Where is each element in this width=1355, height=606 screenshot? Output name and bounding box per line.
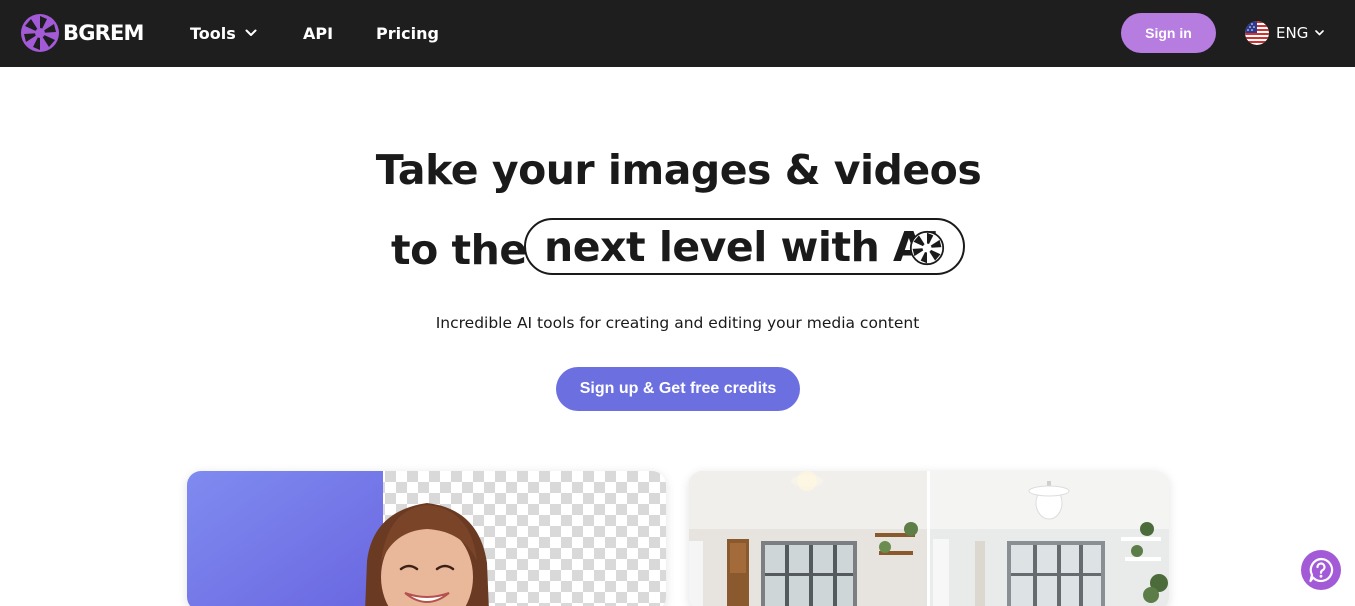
nav-tools-label: Tools (190, 23, 236, 43)
background-removal-card[interactable] (187, 471, 666, 606)
logo-link[interactable]: BGREM (20, 13, 144, 53)
chevron-down-icon (245, 29, 257, 36)
nav-tools[interactable]: Tools (190, 22, 257, 44)
nav-pricing[interactable]: Pricing (376, 22, 439, 44)
room-image (689, 471, 1169, 606)
hero-title-line2-prefix: to the (391, 226, 527, 274)
hero-highlight-text: next level with AI (544, 222, 940, 271)
hero-title-line1-text: Take your images & videos (375, 146, 982, 194)
us-flag-icon (1245, 21, 1269, 45)
aperture-icon (909, 230, 945, 266)
help-chat-icon (1309, 557, 1334, 583)
chevron-down-icon (1315, 30, 1325, 36)
navbar: BGREM Tools API Pricing Sign in ENG (0, 0, 1355, 67)
signup-cta-button[interactable]: Sign up & Get free credits (556, 367, 800, 411)
help-chat-button[interactable] (1301, 550, 1341, 590)
hero-subtitle: Incredible AI tools for creating and edi… (435, 314, 920, 332)
nav-api[interactable]: API (303, 22, 333, 44)
hero-title-line1: Take your images & videos (0, 146, 1355, 194)
language-selector[interactable]: ENG (1245, 21, 1325, 45)
brand-name: BGREM (63, 21, 144, 45)
hero-highlight-pill: next level with AI (524, 218, 965, 275)
sign-in-button[interactable]: Sign in (1121, 13, 1216, 53)
language-label: ENG (1276, 24, 1309, 42)
nav-pricing-label: Pricing (376, 23, 439, 43)
nav-api-label: API (303, 23, 334, 43)
aperture-icon (21, 14, 59, 52)
portrait-image (187, 471, 666, 606)
interior-redesign-card[interactable] (689, 471, 1169, 606)
